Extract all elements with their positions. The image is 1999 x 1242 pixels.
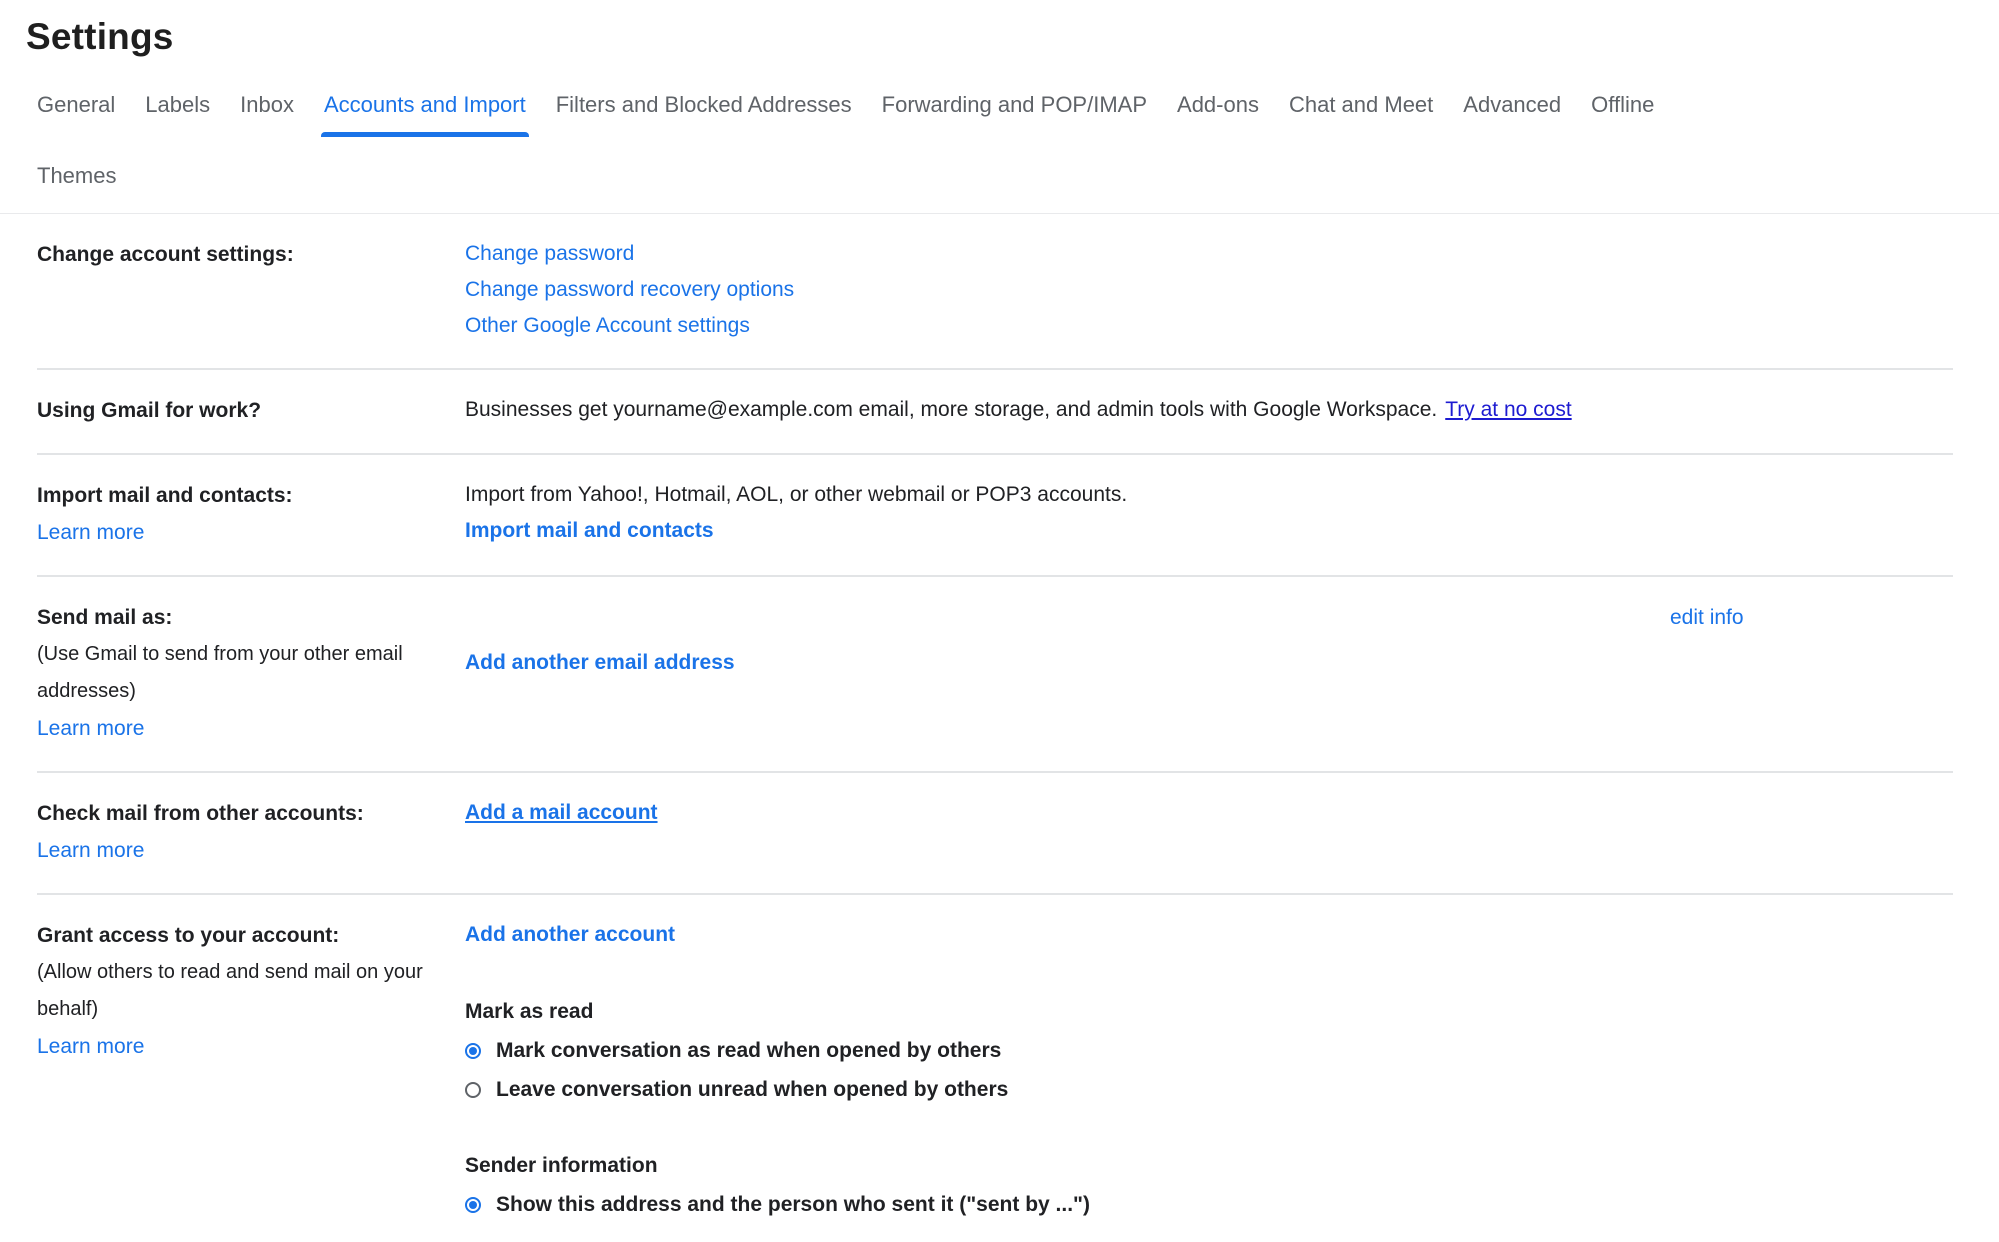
tab-general[interactable]: General <box>37 92 115 137</box>
send-mail-as-label: Send mail as: <box>37 599 441 636</box>
row-grant-access: Grant access to your account: (Allow oth… <box>37 895 1953 1242</box>
settings-tab-bar-row2: Themes <box>37 163 1953 199</box>
send-mail-as-learn-more-link[interactable]: Learn more <box>37 710 144 747</box>
row-main-column: Add a mail account <box>465 795 1953 831</box>
row-import-mail-and-contacts: Import mail and contacts: Learn more Imp… <box>37 455 1953 577</box>
change-password-link[interactable]: Change password <box>465 242 634 265</box>
row-send-mail-as: Send mail as: (Use Gmail to send from yo… <box>37 577 1953 773</box>
tab-offline[interactable]: Offline <box>1591 92 1654 137</box>
row-main-column: Add another account Mark as read Mark co… <box>465 917 1953 1218</box>
edit-info-link[interactable]: edit info <box>1670 606 1744 629</box>
tab-labels[interactable]: Labels <box>145 92 210 137</box>
check-mail-label: Check mail from other accounts: <box>37 795 441 832</box>
radio-option-mark-as-read[interactable]: Mark conversation as read when opened by… <box>465 1038 1953 1064</box>
row-label-column: Change account settings: <box>37 236 465 273</box>
radio-option-label: Leave conversation unread when opened by… <box>496 1077 1008 1103</box>
settings-page: Settings General Labels Inbox Accounts a… <box>0 16 1999 1242</box>
radio-button-icon[interactable] <box>465 1197 481 1213</box>
workspace-promo-text: Businesses get yourname@example.com emai… <box>465 398 1437 421</box>
radio-option-show-address[interactable]: Show this address and the person who sen… <box>465 1192 1953 1218</box>
import-mail-and-contacts-link[interactable]: Import mail and contacts <box>465 513 714 549</box>
row-main-column: Import from Yahoo!, Hotmail, AOL, or oth… <box>465 477 1953 549</box>
row-check-mail-from-other-accounts: Check mail from other accounts: Learn mo… <box>37 773 1953 895</box>
import-mail-and-contacts-label: Import mail and contacts: <box>37 477 441 514</box>
row-label-column: Check mail from other accounts: Learn mo… <box>37 795 465 869</box>
grant-access-subtext: (Allow others to read and send mail on y… <box>37 954 441 1028</box>
row-main-column: Change password Change password recovery… <box>465 236 1953 344</box>
tab-add-ons[interactable]: Add-ons <box>1177 92 1259 137</box>
import-learn-more-link[interactable]: Learn more <box>37 514 144 551</box>
tab-filters-and-blocked-addresses[interactable]: Filters and Blocked Addresses <box>556 92 852 137</box>
add-another-account-link[interactable]: Add another account <box>465 917 675 953</box>
row-main-column: Add another email address <box>465 599 1670 681</box>
page-title: Settings <box>26 16 1953 58</box>
tab-chat-and-meet[interactable]: Chat and Meet <box>1289 92 1433 137</box>
row-side-column: edit info <box>1670 599 1953 636</box>
change-password-recovery-options-link[interactable]: Change password recovery options <box>465 278 794 301</box>
tab-forwarding-and-pop-imap[interactable]: Forwarding and POP/IMAP <box>882 92 1147 137</box>
tab-inbox[interactable]: Inbox <box>240 92 294 137</box>
row-label-column: Import mail and contacts: Learn more <box>37 477 465 551</box>
radio-button-icon[interactable] <box>465 1082 481 1098</box>
radio-button-icon[interactable] <box>465 1043 481 1059</box>
using-gmail-for-work-label: Using Gmail for work? <box>37 392 441 429</box>
check-mail-learn-more-link[interactable]: Learn more <box>37 832 144 869</box>
import-description-text: Import from Yahoo!, Hotmail, AOL, or oth… <box>465 477 1953 513</box>
grant-access-label: Grant access to your account: <box>37 917 441 954</box>
mark-as-read-heading: Mark as read <box>465 999 1953 1025</box>
row-main-column: Businesses get yourname@example.com emai… <box>465 392 1953 428</box>
add-a-mail-account-link[interactable]: Add a mail account <box>465 795 658 831</box>
row-change-account-settings: Change account settings: Change password… <box>37 214 1953 370</box>
send-mail-as-subtext: (Use Gmail to send from your other email… <box>37 636 441 710</box>
radio-option-label: Show this address and the person who sen… <box>496 1192 1090 1218</box>
radio-option-label: Mark conversation as read when opened by… <box>496 1038 1001 1064</box>
row-label-column: Using Gmail for work? <box>37 392 465 429</box>
grant-access-learn-more-link[interactable]: Learn more <box>37 1028 144 1065</box>
add-another-email-address-link[interactable]: Add another email address <box>465 645 735 681</box>
change-account-settings-label: Change account settings: <box>37 236 441 273</box>
row-label-column: Grant access to your account: (Allow oth… <box>37 917 465 1065</box>
try-at-no-cost-link[interactable]: Try at no cost <box>1445 398 1571 421</box>
settings-tab-bar: General Labels Inbox Accounts and Import… <box>37 92 1953 137</box>
other-google-account-settings-link[interactable]: Other Google Account settings <box>465 314 750 337</box>
tab-advanced[interactable]: Advanced <box>1463 92 1561 137</box>
tab-themes[interactable]: Themes <box>37 163 116 199</box>
sender-information-heading: Sender information <box>465 1153 1953 1179</box>
radio-option-leave-unread[interactable]: Leave conversation unread when opened by… <box>465 1077 1953 1103</box>
row-using-gmail-for-work: Using Gmail for work? Businesses get you… <box>37 370 1953 455</box>
tab-accounts-and-import[interactable]: Accounts and Import <box>324 92 526 137</box>
row-label-column: Send mail as: (Use Gmail to send from yo… <box>37 599 465 747</box>
